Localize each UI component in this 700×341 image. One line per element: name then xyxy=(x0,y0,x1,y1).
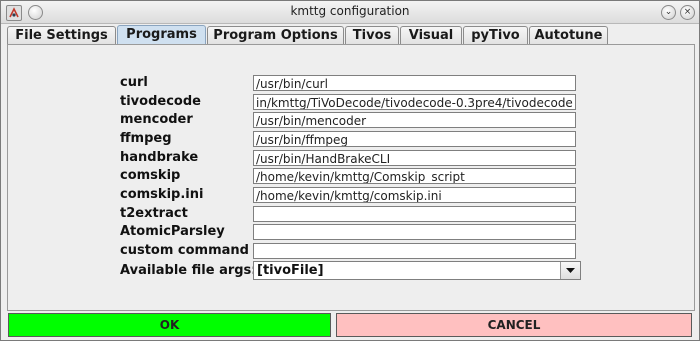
comskip-ini-field[interactable]: /home/kevin/kmttg/comskip.ini xyxy=(253,187,576,203)
handbrake-field[interactable]: /usr/bin/HandBrakeCLI xyxy=(253,150,576,166)
config-window: kmttg configuration ⌄ × File Settings Pr… xyxy=(0,0,700,341)
handbrake-label: handbrake xyxy=(120,150,199,165)
ffmpeg-field[interactable]: /usr/bin/ffmpeg xyxy=(253,131,576,147)
custom-command-label: custom command xyxy=(120,243,249,258)
curl-label: curl xyxy=(120,75,148,90)
minimize-icon[interactable]: ⌄ xyxy=(661,5,676,20)
t2extract-field[interactable] xyxy=(253,206,576,222)
file-args-select[interactable]: [tivoFile] xyxy=(253,261,581,280)
tab-programs[interactable]: Programs xyxy=(117,25,206,45)
curl-field[interactable]: /usr/bin/curl xyxy=(253,75,576,91)
tab-visual[interactable]: Visual xyxy=(400,26,462,44)
file-args-selected: [tivoFile] xyxy=(257,263,324,278)
cancel-button[interactable]: CANCEL xyxy=(336,313,692,337)
t2extract-label: t2extract xyxy=(120,206,188,221)
tab-pytivo[interactable]: pyTivo xyxy=(463,26,528,44)
ok-button[interactable]: OK xyxy=(8,313,331,337)
comskip-ini-label: comskip.ini xyxy=(120,187,204,202)
ffmpeg-label: ffmpeg xyxy=(120,131,172,146)
tab-autotune[interactable]: Autotune xyxy=(529,26,608,44)
title-bar: kmttg configuration ⌄ × xyxy=(1,1,699,24)
close-icon[interactable]: × xyxy=(680,5,695,20)
mencoder-field[interactable]: /usr/bin/mencoder xyxy=(253,112,576,128)
atomicparsley-field[interactable] xyxy=(253,224,576,240)
mencoder-label: mencoder xyxy=(120,112,193,127)
comskip-label: comskip xyxy=(120,168,181,183)
tab-file-settings[interactable]: File Settings xyxy=(7,26,116,44)
dropdown-arrow-icon[interactable] xyxy=(560,262,580,279)
comskip-field[interactable]: /home/kevin/kmttg/Comskip_script xyxy=(253,168,576,184)
window-title: kmttg configuration xyxy=(290,4,410,18)
custom-command-field[interactable] xyxy=(253,243,576,259)
tivodecode-field[interactable]: in/kmttg/TiVoDecode/tivodecode-0.3pre4/t… xyxy=(253,94,576,110)
tivodecode-label: tivodecode xyxy=(120,94,201,109)
atomicparsley-label: AtomicParsley xyxy=(120,224,225,239)
file-args-label: Available file args: xyxy=(120,263,257,278)
tab-tivos[interactable]: Tivos xyxy=(345,26,399,44)
tab-program-options[interactable]: Program Options xyxy=(207,26,344,44)
